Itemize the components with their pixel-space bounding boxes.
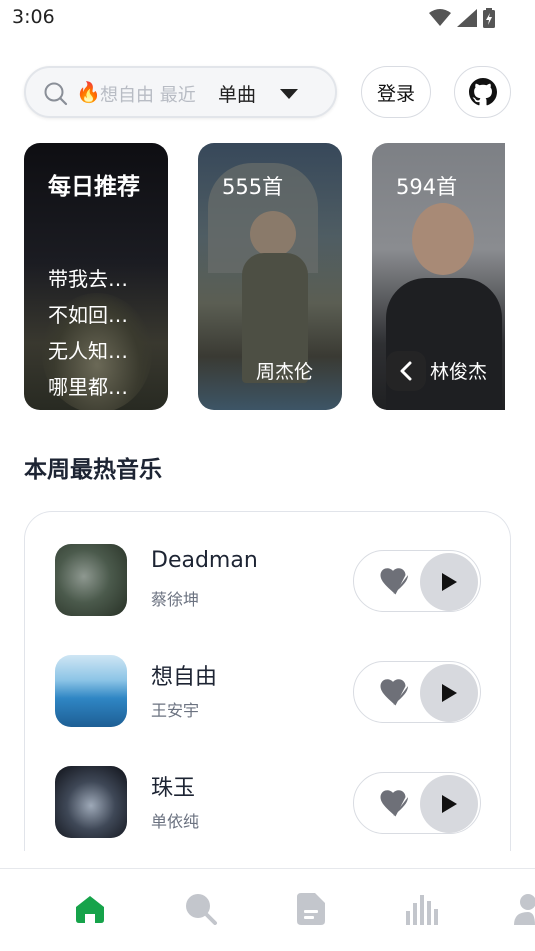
- daily-song: 不如回…: [48, 303, 128, 327]
- song-name: 想自由: [151, 665, 218, 690]
- play-button[interactable]: [420, 664, 478, 722]
- hot-songs-list: Deadman 蔡徐坤 想自由 王安宇 珠玉 单依纯: [24, 511, 511, 851]
- song-name: Deadman: [151, 548, 258, 573]
- heart-icon[interactable]: [378, 679, 408, 707]
- login-button[interactable]: 登录: [361, 66, 431, 118]
- play-icon: [442, 573, 457, 591]
- song-singer: 王安宇: [151, 701, 200, 720]
- daily-recommend-card[interactable]: 每日推荐 带我去… 不如回… 无人知… 哪里都…: [24, 143, 168, 410]
- album-cover: [55, 655, 127, 727]
- user-icon: [514, 894, 535, 925]
- daily-song-list: 带我去… 不如回… 无人知… 哪里都…: [48, 261, 148, 405]
- song-controls: [353, 772, 481, 834]
- album-cover: [55, 544, 127, 616]
- song-controls: [353, 550, 481, 612]
- song-controls: [353, 661, 481, 723]
- search-icon: [44, 82, 68, 106]
- search-icon: [186, 894, 217, 925]
- artist-name: 周杰伦: [256, 361, 314, 383]
- nav-profile[interactable]: [512, 893, 535, 929]
- song-singer: 蔡徐坤: [151, 590, 200, 609]
- play-icon: [442, 684, 457, 702]
- artist-name: 林俊杰: [430, 361, 488, 383]
- play-icon: [442, 795, 457, 813]
- song-singer: 单依纯: [151, 812, 200, 831]
- home-icon: [76, 896, 104, 923]
- nav-charts[interactable]: [405, 893, 439, 929]
- artist-photo: [412, 203, 474, 275]
- artist-photo: [250, 211, 296, 257]
- play-button[interactable]: [420, 553, 478, 611]
- chevron-left-icon: [400, 361, 412, 381]
- daily-song: 带我去…: [48, 267, 128, 291]
- song-row[interactable]: 珠玉 单依纯: [25, 766, 510, 851]
- status-time: 3:06: [12, 6, 55, 28]
- daily-title: 每日推荐: [48, 174, 140, 200]
- song-row[interactable]: 想自由 王安宇: [25, 655, 510, 745]
- status-bar: 3:06: [0, 0, 535, 36]
- song-count: 594首: [396, 175, 458, 199]
- wifi-icon: [429, 9, 451, 26]
- github-icon: [468, 78, 497, 106]
- song-row[interactable]: Deadman 蔡徐坤: [25, 544, 510, 634]
- artist-card-jj[interactable]: 594首 林俊杰: [372, 143, 505, 410]
- battery-icon: [483, 8, 495, 28]
- album-cover: [55, 766, 127, 838]
- nav-playlist[interactable]: [297, 893, 325, 929]
- nav-home[interactable]: [74, 893, 106, 929]
- carousel-prev-button[interactable]: [386, 351, 426, 391]
- signal-icon: [457, 9, 477, 27]
- nav-search[interactable]: [184, 893, 218, 929]
- caret-down-icon[interactable]: [278, 87, 300, 101]
- song-count: 555首: [222, 175, 284, 199]
- artist-card-jay[interactable]: 555首 周杰伦: [198, 143, 342, 410]
- heart-icon[interactable]: [378, 568, 408, 596]
- github-button[interactable]: [454, 66, 511, 118]
- chart-icon: [406, 895, 438, 925]
- section-title: 本周最热音乐: [24, 457, 162, 483]
- daily-song: 哪里都…: [48, 375, 128, 399]
- search-mode-select[interactable]: 单曲: [218, 80, 256, 107]
- status-icons: [429, 8, 495, 28]
- bottom-nav: [0, 868, 535, 951]
- search-bar[interactable]: 🔥 想自由 最近 单曲: [24, 66, 337, 118]
- heart-icon[interactable]: [378, 790, 408, 818]
- document-icon: [297, 893, 325, 925]
- daily-song: 无人知…: [48, 339, 128, 363]
- fire-icon: 🔥: [76, 80, 101, 104]
- song-name: 珠玉: [151, 776, 196, 801]
- search-input[interactable]: 想自由 最近: [100, 81, 196, 107]
- play-button[interactable]: [420, 775, 478, 833]
